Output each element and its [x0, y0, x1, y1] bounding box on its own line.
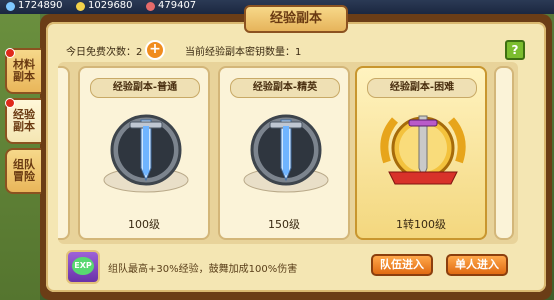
tab-label: 经验副本	[13, 108, 35, 133]
dungeon-card-hard[interactable]: 经验副本-困难 1转100级	[355, 66, 487, 240]
key-count-value: 1	[295, 47, 302, 58]
tab-label: 组队冒险	[13, 158, 35, 183]
notification-dot	[5, 98, 15, 108]
dungeon-card-elite[interactable]: 经验副本-精英 150级	[218, 66, 350, 240]
card-level: 100级	[128, 218, 160, 231]
tab-team-adventure[interactable]: 组队冒险	[5, 148, 41, 194]
sword-emblem-icon	[103, 114, 189, 193]
solo-enter-button[interactable]: 单人进入	[446, 254, 508, 276]
exp-icon-text: EXP	[72, 257, 94, 275]
dialog-title: 经验副本	[244, 5, 348, 33]
key-count-label: 当前经验副本密钥数量：	[185, 47, 295, 58]
free-attempts-label: 今日免费次数：	[66, 47, 136, 58]
card-title: 经验副本-困难	[367, 78, 477, 98]
tab-exp-dungeon[interactable]: 经验副本	[5, 98, 41, 144]
free-attempts: 今日免费次数：2	[66, 43, 142, 58]
key-count: 当前经验副本密钥数量：1	[185, 43, 301, 58]
free-attempts-count: 2	[136, 47, 143, 58]
sword-emblem-icon	[243, 114, 329, 193]
exp-icon: EXP	[66, 250, 100, 284]
resource-1-value: 1724890	[18, 0, 63, 11]
crystal-icon	[6, 1, 15, 11]
resource-1: 1724890	[6, 1, 63, 11]
gold-sword-laurel-icon	[380, 115, 466, 185]
card-peek-left	[58, 66, 70, 240]
team-enter-button[interactable]: 队伍进入	[371, 254, 433, 276]
gem-icon	[146, 1, 155, 11]
card-title: 经验副本-普通	[90, 78, 200, 98]
card-level: 150级	[268, 218, 300, 231]
card-title: 经验副本-精英	[230, 78, 340, 98]
bonus-description: 组队最高+30%经验，鼓舞加成100%伤害	[108, 264, 298, 275]
tab-material-dungeon[interactable]: 材料副本	[5, 48, 41, 94]
resource-3: 479407	[146, 1, 196, 11]
card-level: 1转100级	[396, 218, 446, 231]
resource-2: 1029680	[76, 1, 133, 11]
card-peek-right	[494, 66, 514, 240]
notification-dot	[5, 48, 15, 58]
help-button[interactable]: ?	[505, 40, 525, 60]
dungeon-card-normal[interactable]: 经验副本-普通 100级	[78, 66, 210, 240]
coin-icon	[76, 1, 85, 11]
resource-2-value: 1029680	[88, 0, 133, 11]
dungeon-card-list[interactable]: 经验副本-普通 100级 经验副本-精英 150级 经验副本-困难 1转100级	[58, 62, 518, 244]
add-attempts-button[interactable]: +	[145, 40, 165, 60]
resource-3-value: 479407	[158, 0, 197, 11]
tab-label: 材料副本	[13, 58, 35, 83]
